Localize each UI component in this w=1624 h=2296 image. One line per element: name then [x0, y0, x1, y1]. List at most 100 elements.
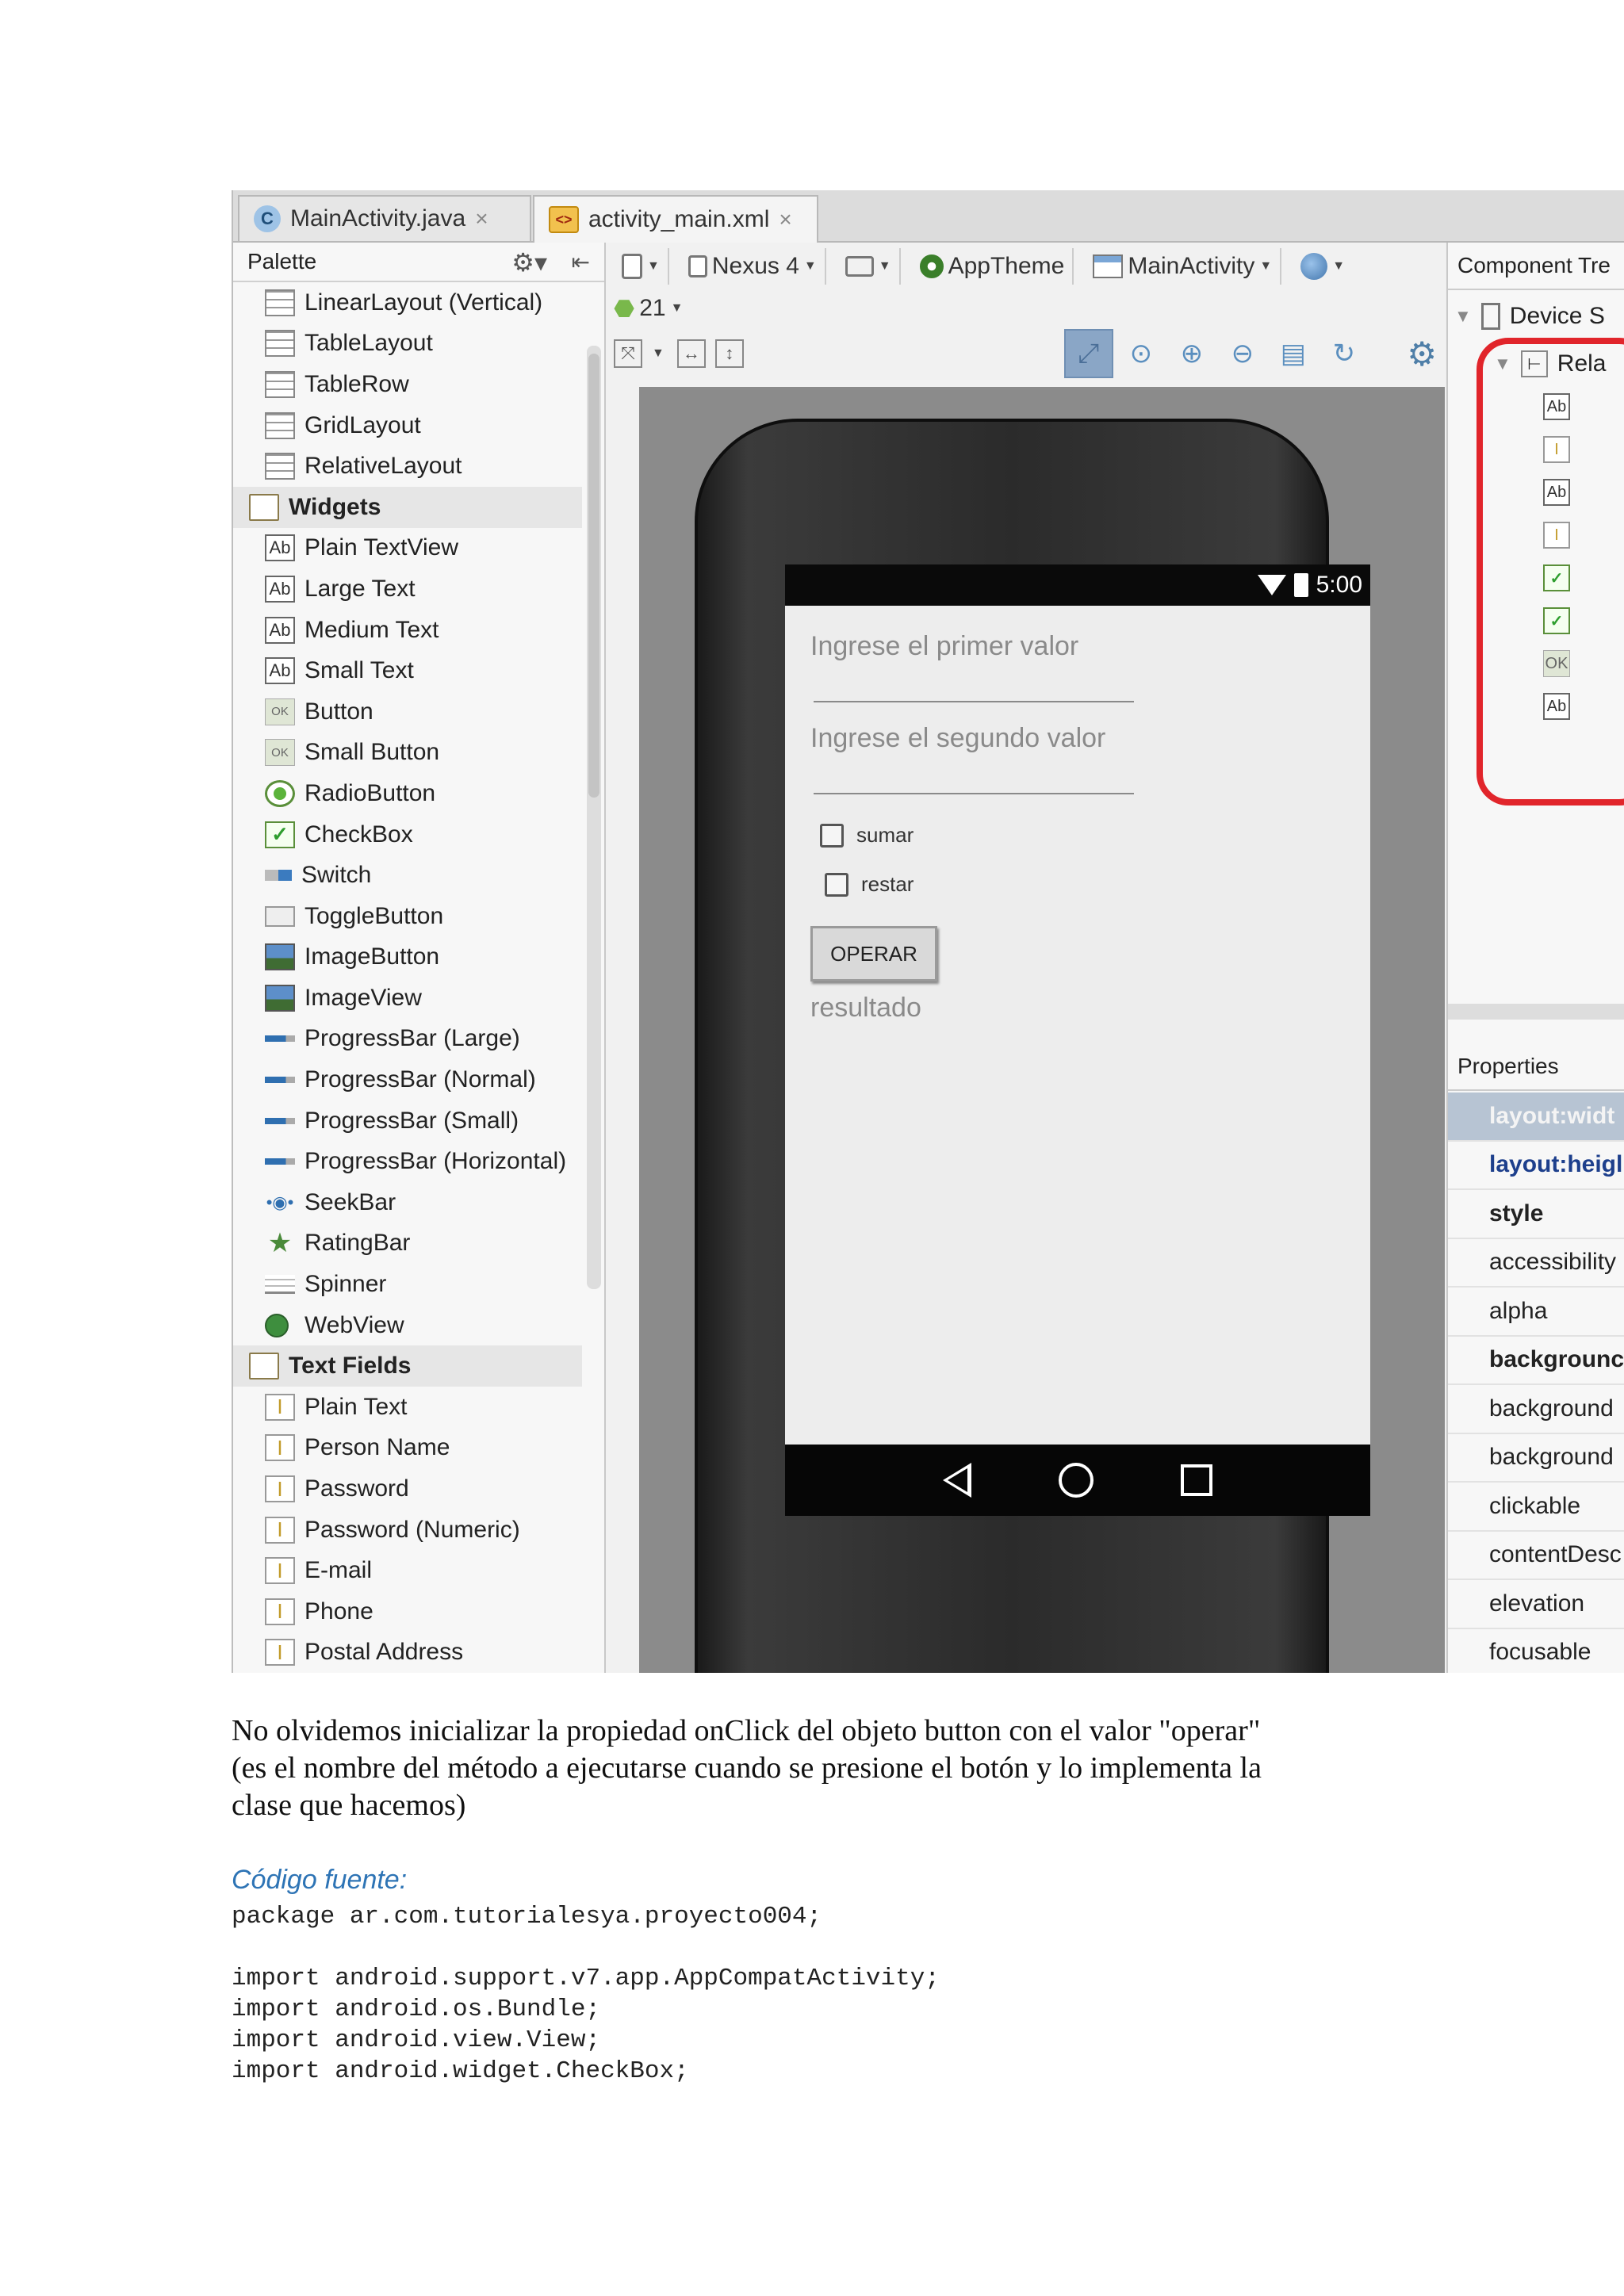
- star-icon: ★: [267, 1228, 293, 1259]
- property-row[interactable]: alpha: [1448, 1288, 1624, 1337]
- palette-item-label: Person Name: [304, 1434, 450, 1461]
- palette-item[interactable]: Ab Medium Text: [233, 610, 582, 651]
- device-selector[interactable]: Nexus 4 ▼: [680, 248, 826, 285]
- pan-icon[interactable]: ⤢: [1063, 329, 1113, 378]
- progress-icon: [265, 1158, 295, 1165]
- palette-item[interactable]: Ab Large Text: [233, 568, 582, 610]
- phone-frame: 5:00 Ingrese el primer valor Ingrese el …: [695, 419, 1370, 1673]
- zoom-out-icon[interactable]: ⊖: [1220, 331, 1266, 377]
- palette-item[interactable]: Ab Small Text: [233, 650, 582, 691]
- recents-icon[interactable]: [1181, 1464, 1212, 1496]
- palette-scrollbar[interactable]: [587, 346, 601, 1289]
- tree-device-node[interactable]: ▼ Device S: [1454, 303, 1605, 330]
- home-icon[interactable]: [1059, 1463, 1094, 1498]
- palette-item[interactable]: I Person Name: [233, 1428, 582, 1469]
- activity-selector[interactable]: MainActivity ▼: [1085, 248, 1282, 285]
- palette-item[interactable]: TableLayout: [233, 323, 582, 365]
- design-canvas: 5:00 Ingrese el primer valor Ingrese el …: [639, 387, 1445, 1673]
- property-row[interactable]: clickable: [1448, 1483, 1624, 1532]
- palette-item[interactable]: Ab Plain TextView: [233, 528, 582, 569]
- palette-item[interactable]: TableRow: [233, 364, 582, 405]
- progress-icon: [265, 1117, 295, 1124]
- checkbox-icon: ✓: [265, 821, 295, 848]
- property-row[interactable]: elevation: [1448, 1580, 1624, 1629]
- palette-item[interactable]: LinearLayout (Vertical): [233, 282, 582, 323]
- palette-item[interactable]: ToggleButton: [233, 896, 582, 937]
- tab-activity-main-xml[interactable]: <> activity_main.xml ×: [533, 195, 818, 243]
- palette-item[interactable]: OK Small Button: [233, 733, 582, 774]
- palette-item-label: Large Text: [304, 575, 416, 602]
- text-field-icon: I: [265, 1598, 295, 1625]
- palette-item[interactable]: •◉• SeekBar: [233, 1182, 582, 1223]
- palette-item[interactable]: I E-mail: [233, 1550, 582, 1591]
- orientation-selector[interactable]: ▼: [837, 248, 901, 285]
- palette-item[interactable]: ImageButton: [233, 937, 582, 978]
- palette-item[interactable]: I Password (Numeric): [233, 1510, 582, 1551]
- palette-item[interactable]: Switch: [233, 855, 582, 896]
- palette-item-label: RatingBar: [304, 1230, 411, 1257]
- palette-item-label: Button: [304, 698, 373, 725]
- palette-group[interactable]: Widgets: [233, 486, 582, 528]
- restar-checkbox[interactable]: restar: [825, 872, 914, 897]
- api-level-selector[interactable]: 21: [639, 295, 665, 322]
- zoom-in-icon[interactable]: ⊕: [1169, 331, 1215, 377]
- theme-selector[interactable]: AppTheme: [912, 248, 1074, 285]
- palette-item[interactable]: Spinner: [233, 1264, 582, 1305]
- palette-item[interactable]: I Phone: [233, 1591, 582, 1632]
- screenshot-icon[interactable]: ▤: [1270, 331, 1316, 377]
- paragraph-line: No olvidemos inicializar la propiedad on…: [232, 1714, 1261, 1747]
- pin-icon[interactable]: ⇤: [572, 249, 590, 275]
- fit-height-icon[interactable]: ↕: [714, 339, 744, 368]
- palette-item[interactable]: GridLayout: [233, 405, 582, 446]
- fit-width-icon[interactable]: ↔: [676, 339, 706, 368]
- tree-horizontal-scrollbar[interactable]: [1448, 1004, 1624, 1020]
- property-row[interactable]: background: [1448, 1434, 1624, 1483]
- palette-item[interactable]: ProgressBar (Small): [233, 1100, 582, 1142]
- zoom-fit-icon[interactable]: ⤧: [614, 339, 642, 368]
- switch-icon: [265, 870, 292, 882]
- palette-item[interactable]: I Password: [233, 1468, 582, 1510]
- palette-item[interactable]: ProgressBar (Horizontal): [233, 1141, 582, 1182]
- back-icon[interactable]: [943, 1463, 971, 1498]
- property-row[interactable]: style: [1448, 1190, 1624, 1239]
- palette-item[interactable]: I Postal Address: [233, 1632, 582, 1673]
- palette-item[interactable]: OK Button: [233, 691, 582, 733]
- layout-config-button[interactable]: ▼: [614, 248, 669, 285]
- close-icon[interactable]: ×: [779, 207, 791, 232]
- first-value-input[interactable]: Ingrese el primer valor: [810, 631, 1078, 662]
- property-row[interactable]: layout:widt: [1448, 1093, 1624, 1142]
- property-row[interactable]: backgrounc: [1448, 1337, 1624, 1385]
- palette-item-label: Plain Text: [304, 1393, 408, 1420]
- palette-panel: Palette ⚙▾ ⇤ LinearLayout (Vertical) Tabl…: [233, 243, 606, 1673]
- palette-item-label: SeekBar: [304, 1188, 396, 1215]
- palette-item[interactable]: ProgressBar (Normal): [233, 1059, 582, 1100]
- palette-item[interactable]: RadioButton: [233, 773, 582, 814]
- palette-item-label: RelativeLayout: [304, 453, 462, 480]
- settings-gear-icon[interactable]: ⚙: [1407, 335, 1437, 373]
- palette-group[interactable]: Text Fields: [233, 1345, 582, 1387]
- sumar-checkbox[interactable]: sumar: [820, 823, 914, 848]
- palette-item[interactable]: ImageView: [233, 978, 582, 1019]
- text-field-icon: I: [265, 1516, 295, 1544]
- phone-icon: [688, 255, 707, 277]
- property-row[interactable]: accessibility: [1448, 1239, 1624, 1288]
- palette-item[interactable]: ★ RatingBar: [233, 1223, 582, 1265]
- refresh-icon[interactable]: ↻: [1321, 331, 1367, 377]
- palette-item-label: RadioButton: [304, 779, 436, 806]
- operar-button[interactable]: OPERAR: [810, 926, 937, 982]
- locale-selector[interactable]: ▼: [1293, 248, 1353, 285]
- palette-item[interactable]: WebView: [233, 1305, 582, 1346]
- second-value-input[interactable]: Ingrese el segundo valor: [810, 723, 1105, 754]
- actual-size-icon[interactable]: ⊙: [1118, 331, 1164, 377]
- close-icon[interactable]: ×: [475, 206, 488, 232]
- property-row[interactable]: layout:heigl: [1448, 1142, 1624, 1190]
- palette-item[interactable]: ProgressBar (Large): [233, 1019, 582, 1060]
- palette-item[interactable]: ✓ CheckBox: [233, 814, 582, 855]
- gear-icon[interactable]: ⚙▾: [511, 247, 547, 277]
- property-row[interactable]: background: [1448, 1385, 1624, 1434]
- tab-mainactivity-java[interactable]: C MainActivity.java ×: [238, 195, 531, 241]
- property-row[interactable]: contentDesc: [1448, 1532, 1624, 1580]
- property-row[interactable]: focusable: [1448, 1629, 1624, 1674]
- palette-item[interactable]: I Plain Text: [233, 1387, 582, 1428]
- palette-item[interactable]: RelativeLayout: [233, 446, 582, 487]
